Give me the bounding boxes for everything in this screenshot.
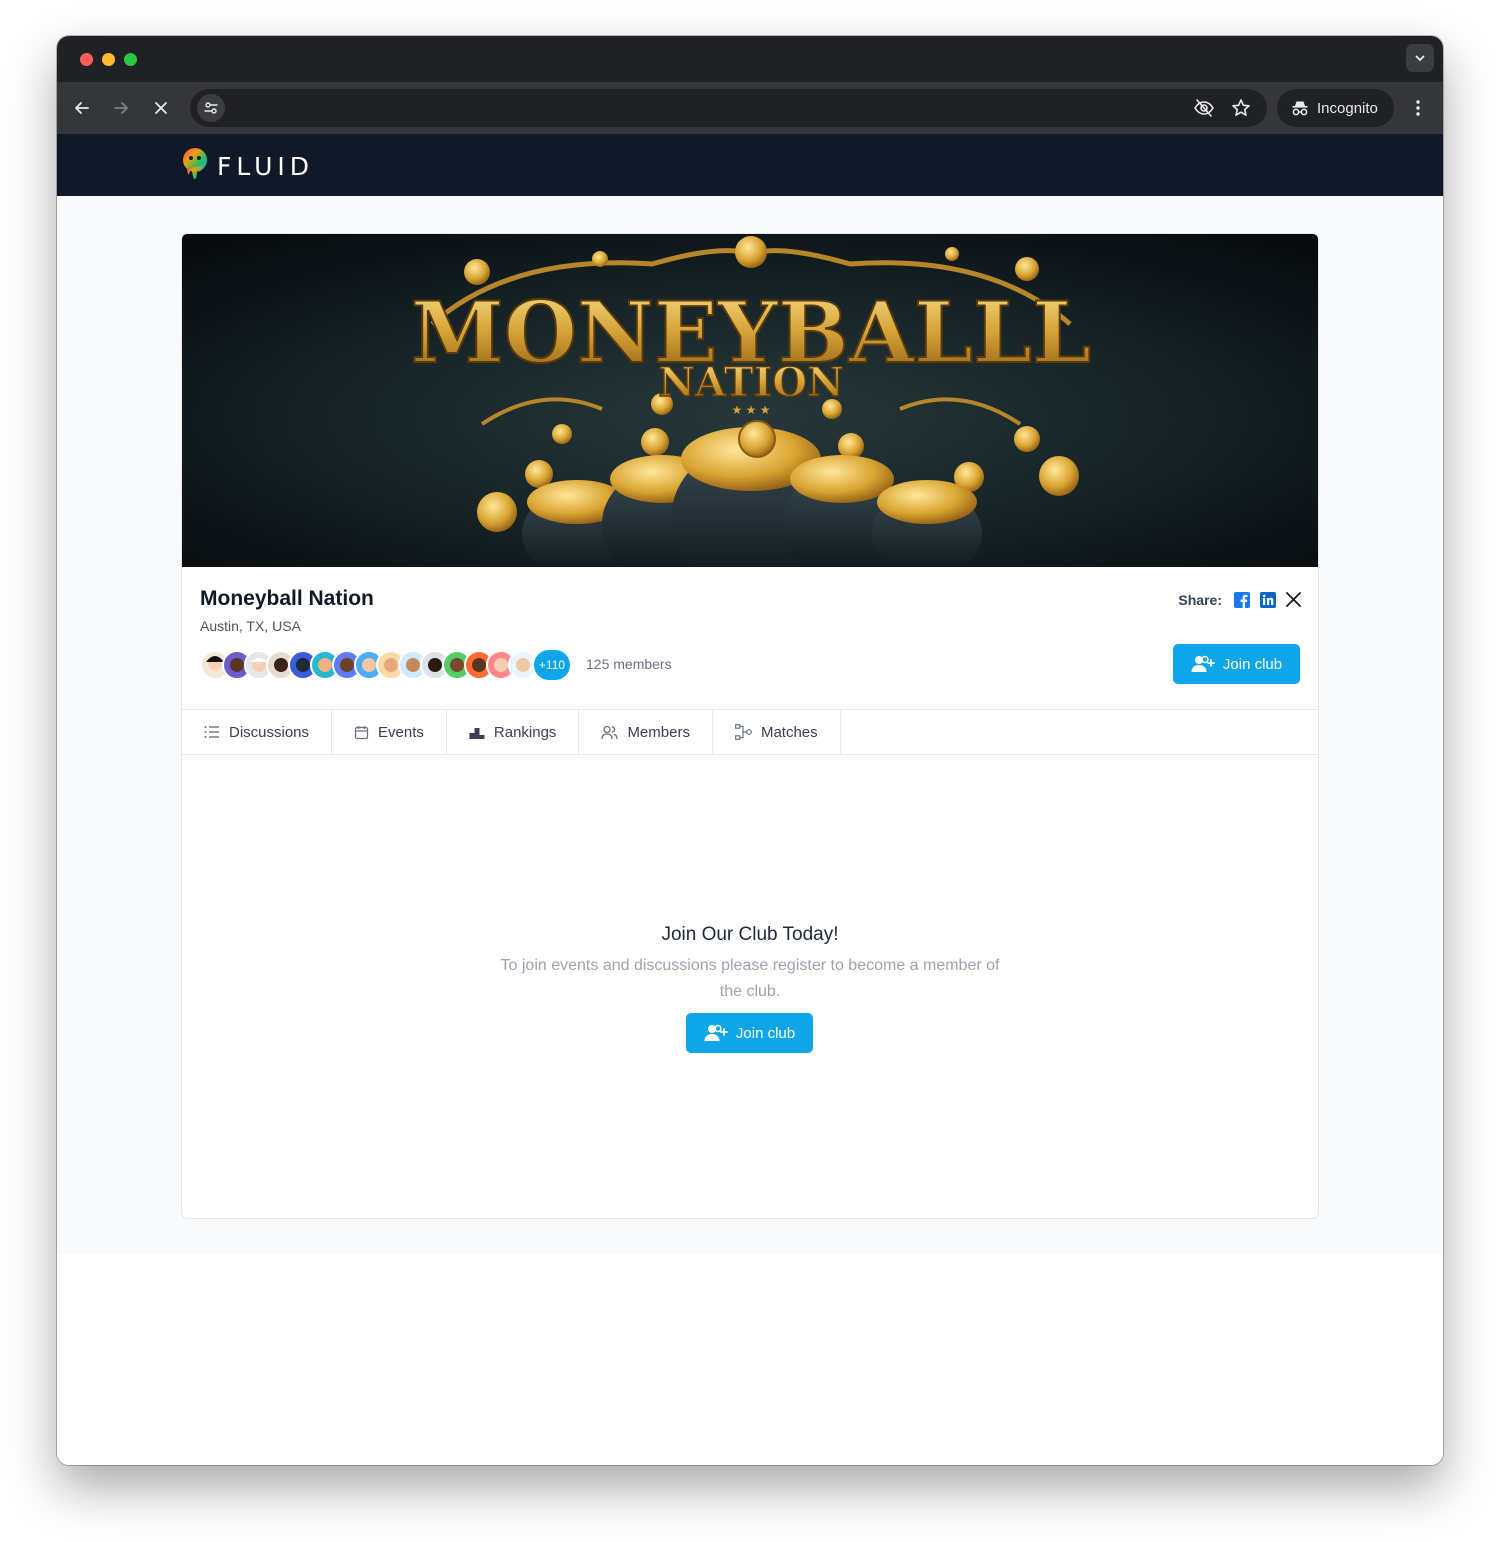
tracking-protection-button[interactable] [1193, 97, 1215, 119]
cta-text: To join events and discussions please re… [500, 957, 1000, 1000]
site-settings-button[interactable] [197, 94, 225, 122]
banner-subtitle-text: NATION [658, 359, 843, 406]
tab-label: Members [627, 723, 690, 741]
tab-rankings[interactable]: Rankings [447, 710, 580, 754]
cta-title: Join Our Club Today! [661, 924, 839, 945]
address-bar[interactable] [190, 89, 1267, 127]
arrow-left-icon [75, 102, 89, 114]
users-icon [601, 725, 619, 739]
page-viewport: FLUID MONEYBALLL NATION ★ ★ ★ Moneyball … [57, 134, 1443, 1465]
club-location: Austin, TX, USA [200, 618, 301, 634]
facebook-share-button[interactable] [1233, 591, 1250, 608]
stop-loading-button[interactable] [147, 94, 175, 122]
svg-text:★ ★ ★: ★ ★ ★ [732, 403, 771, 417]
incognito-label: Incognito [1317, 99, 1378, 117]
linkedin-icon [1259, 591, 1276, 608]
more-members-badge[interactable]: +110 [532, 648, 572, 682]
app-header: FLUID [57, 134, 1443, 196]
members-count: 125 members [586, 656, 672, 672]
member-avatars[interactable]: +110 [200, 648, 572, 682]
list-icon [204, 726, 219, 738]
tab-label: Discussions [229, 723, 310, 741]
bracket-icon [735, 724, 752, 740]
tab-discussions[interactable]: Discussions [182, 710, 333, 754]
tune-icon [204, 102, 218, 114]
browser-menu-button[interactable] [1406, 94, 1430, 122]
close-icon [155, 102, 167, 114]
tab-matches[interactable]: Matches [713, 710, 841, 754]
incognito-indicator[interactable]: Incognito [1277, 89, 1394, 127]
more-vertical-icon [1416, 100, 1420, 116]
tab-label: Rankings [493, 723, 557, 741]
linkedin-share-button[interactable] [1259, 591, 1276, 608]
join-club-button[interactable]: Join club [1173, 644, 1300, 684]
cta-join-club-button[interactable]: Join club [686, 1013, 813, 1053]
back-button[interactable] [68, 94, 96, 122]
maximize-window-button[interactable] [124, 53, 137, 66]
tab-search-button[interactable] [1406, 44, 1434, 72]
share-label: Share: [1178, 591, 1222, 608]
star-icon [1232, 99, 1250, 116]
close-window-button[interactable] [80, 53, 93, 66]
tab-label: Events [378, 723, 424, 741]
podium-icon [469, 728, 485, 739]
chevron-down-icon [1415, 55, 1425, 62]
calendar-icon [354, 725, 369, 739]
club-card: MONEYBALLL NATION ★ ★ ★ Moneyball Nation… [181, 233, 1319, 1219]
bookmark-button[interactable] [1230, 97, 1252, 119]
user-plus-icon [1191, 655, 1215, 672]
incognito-icon [1292, 101, 1308, 116]
browser-window: Incognito FLUID MONEYBALLL NATION ★ ★ ★ … [57, 36, 1443, 1465]
tab-label: Matches [760, 723, 818, 741]
x-logo-icon [1286, 592, 1301, 607]
facebook-icon [1233, 591, 1250, 608]
club-banner-image: MONEYBALLL NATION ★ ★ ★ [182, 234, 1318, 567]
logo-text: FLUID [217, 151, 314, 181]
x-share-button[interactable] [1285, 591, 1302, 608]
club-tabs: Discussions Events Rankings Members Matc… [182, 709, 1318, 755]
user-plus-icon [704, 1024, 728, 1041]
browser-titlebar [57, 36, 1443, 82]
eye-off-icon [1194, 99, 1214, 117]
forward-button[interactable] [107, 94, 135, 122]
cta-join-club-label: Join club [735, 1024, 796, 1042]
tab-events[interactable]: Events [332, 710, 447, 754]
fluid-logo[interactable]: FLUID [179, 146, 314, 186]
share-bar: Share: [1178, 591, 1302, 608]
club-name: Moneyball Nation [200, 587, 374, 610]
fluid-logo-icon [183, 148, 207, 180]
arrow-right-icon [114, 102, 128, 114]
join-club-label: Join club [1222, 655, 1283, 673]
browser-toolbar: Incognito [57, 82, 1443, 134]
tab-members[interactable]: Members [579, 710, 713, 754]
minimize-window-button[interactable] [102, 53, 115, 66]
